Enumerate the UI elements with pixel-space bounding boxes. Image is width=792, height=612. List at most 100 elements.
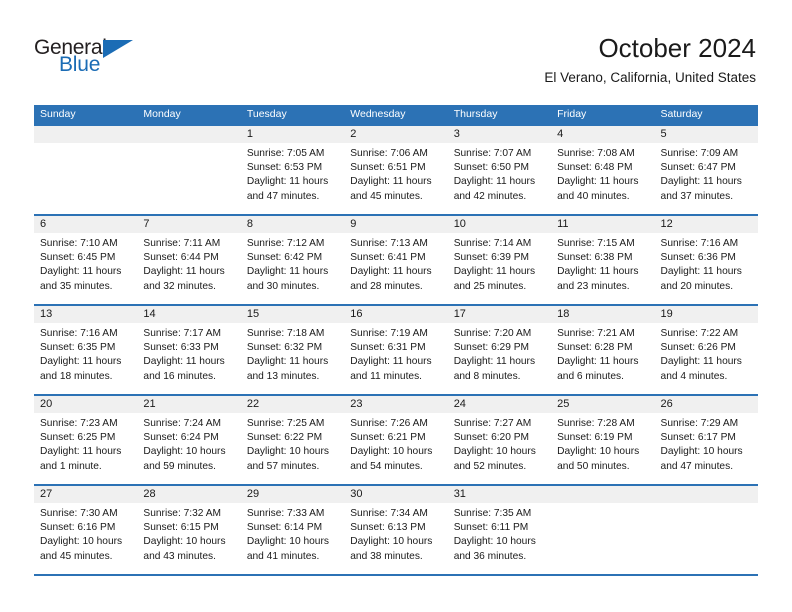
- day-details: Sunrise: 7:30 AM Sunset: 6:16 PM Dayligh…: [40, 507, 137, 564]
- day-details: Sunrise: 7:34 AM Sunset: 6:13 PM Dayligh…: [350, 507, 447, 564]
- sunrise-text: Sunrise: 7:06 AM: [350, 148, 428, 159]
- sunrise-text: Sunrise: 7:33 AM: [246, 508, 325, 519]
- calendar-bottom-border: [34, 574, 758, 576]
- day-number: 9: [350, 218, 357, 230]
- daylight-text-line1: Daylight: 11 hours: [40, 446, 122, 458]
- day-number: 14: [143, 308, 156, 320]
- day-number: 5: [660, 128, 667, 140]
- day-details: Sunrise: 7:19 AM Sunset: 6:31 PM Dayligh…: [350, 327, 447, 384]
- day-cell[interactable]: 19 Sunrise: 7:22 AM Sunset: 6:26 PM Dayl…: [655, 306, 758, 394]
- sunset-text: Sunset: 6:33 PM: [143, 342, 219, 354]
- day-cell[interactable]: 21 Sunrise: 7:24 AM Sunset: 6:24 PM Dayl…: [137, 396, 240, 484]
- day-details: Sunrise: 7:10 AM Sunset: 6:45 PM Dayligh…: [40, 237, 137, 294]
- daylight-text-line2: and 36 minutes.: [453, 550, 527, 562]
- day-details: Sunrise: 7:05 AM Sunset: 6:53 PM Dayligh…: [247, 147, 344, 204]
- sunset-text: Sunset: 6:53 PM: [246, 162, 323, 174]
- daylight-text-line2: and 16 minutes.: [143, 370, 216, 382]
- day-cell[interactable]: 13 Sunrise: 7:16 AM Sunset: 6:35 PM Dayl…: [34, 306, 137, 394]
- day-cell[interactable]: 7 Sunrise: 7:11 AM Sunset: 6:44 PM Dayli…: [137, 216, 240, 304]
- day-cell[interactable]: [34, 126, 137, 214]
- daylight-text-line2: and 18 minutes.: [40, 370, 113, 382]
- daylight-text-line1: Daylight: 11 hours: [660, 266, 742, 278]
- day-cell[interactable]: 25 Sunrise: 7:28 AM Sunset: 6:19 PM Dayl…: [551, 396, 654, 484]
- day-cell[interactable]: 10 Sunrise: 7:14 AM Sunset: 6:39 PM Dayl…: [448, 216, 551, 304]
- day-cell[interactable]: [551, 486, 654, 574]
- calendar-page: General Blue October 2024 El Verano, Cal…: [0, 0, 792, 612]
- day-details: Sunrise: 7:14 AM Sunset: 6:39 PM Dayligh…: [454, 237, 551, 294]
- day-number: 25: [557, 398, 570, 410]
- day-cell[interactable]: 15 Sunrise: 7:18 AM Sunset: 6:32 PM Dayl…: [241, 306, 344, 394]
- daylight-text-line2: and 45 minutes.: [40, 550, 113, 562]
- weekday-header-friday: Friday: [557, 108, 587, 120]
- sunset-text: Sunset: 6:35 PM: [40, 342, 116, 354]
- day-cell[interactable]: 12 Sunrise: 7:16 AM Sunset: 6:36 PM Dayl…: [655, 216, 758, 304]
- day-cell[interactable]: 5 Sunrise: 7:09 AM Sunset: 6:47 PM Dayli…: [655, 126, 758, 214]
- day-number: 26: [660, 398, 673, 410]
- sunset-text: Sunset: 6:38 PM: [557, 252, 633, 264]
- sunset-text: Sunset: 6:47 PM: [660, 162, 736, 174]
- day-cell[interactable]: [655, 486, 758, 574]
- daylight-text-line2: and 54 minutes.: [350, 460, 423, 472]
- day-cell[interactable]: 3 Sunrise: 7:07 AM Sunset: 6:50 PM Dayli…: [448, 126, 551, 214]
- weekday-header-thursday: Thursday: [453, 108, 498, 120]
- title-block: October 2024 El Verano, California, Unit…: [544, 33, 756, 87]
- daylight-text-line1: Daylight: 11 hours: [660, 356, 742, 368]
- day-cell[interactable]: 27 Sunrise: 7:30 AM Sunset: 6:16 PM Dayl…: [34, 486, 137, 574]
- calendar-week-row: 20 Sunrise: 7:23 AM Sunset: 6:25 PM Dayl…: [34, 394, 758, 484]
- sunrise-text: Sunrise: 7:07 AM: [453, 148, 532, 159]
- day-cell[interactable]: 28 Sunrise: 7:32 AM Sunset: 6:15 PM Dayl…: [137, 486, 240, 574]
- day-cell[interactable]: 20 Sunrise: 7:23 AM Sunset: 6:25 PM Dayl…: [34, 396, 137, 484]
- daylight-text-line1: Daylight: 10 hours: [453, 536, 536, 548]
- sunset-text: Sunset: 6:39 PM: [453, 252, 530, 264]
- sunrise-text: Sunrise: 7:27 AM: [453, 418, 532, 429]
- day-details: Sunrise: 7:33 AM Sunset: 6:14 PM Dayligh…: [247, 507, 344, 564]
- day-cell[interactable]: 26 Sunrise: 7:29 AM Sunset: 6:17 PM Dayl…: [655, 396, 758, 484]
- calendar-week-row: 13 Sunrise: 7:16 AM Sunset: 6:35 PM Dayl…: [34, 304, 758, 394]
- day-cell[interactable]: 22 Sunrise: 7:25 AM Sunset: 6:22 PM Dayl…: [241, 396, 344, 484]
- sunrise-text: Sunrise: 7:16 AM: [660, 238, 739, 249]
- day-details: Sunrise: 7:25 AM Sunset: 6:22 PM Dayligh…: [247, 417, 344, 474]
- sunrise-text: Sunrise: 7:25 AM: [246, 418, 325, 429]
- sunrise-text: Sunrise: 7:05 AM: [246, 148, 325, 159]
- day-cell[interactable]: 30 Sunrise: 7:34 AM Sunset: 6:13 PM Dayl…: [344, 486, 447, 574]
- sunrise-text: Sunrise: 7:34 AM: [350, 508, 428, 519]
- day-details: Sunrise: 7:08 AM Sunset: 6:48 PM Dayligh…: [557, 147, 654, 204]
- day-number: 29: [246, 488, 260, 500]
- logo-triangle-icon: [103, 40, 133, 58]
- day-cell[interactable]: 2 Sunrise: 7:06 AM Sunset: 6:51 PM Dayli…: [344, 126, 447, 214]
- sunset-text: Sunset: 6:31 PM: [350, 342, 426, 354]
- day-cell[interactable]: 6 Sunrise: 7:10 AM Sunset: 6:45 PM Dayli…: [34, 216, 137, 304]
- sunset-text: Sunset: 6:17 PM: [660, 432, 736, 444]
- day-cell[interactable]: 4 Sunrise: 7:08 AM Sunset: 6:48 PM Dayli…: [551, 126, 654, 214]
- location-subtitle: El Verano, California, United States: [544, 70, 756, 85]
- day-cell[interactable]: [137, 126, 240, 214]
- sunset-text: Sunset: 6:41 PM: [350, 252, 426, 264]
- day-cell[interactable]: 17 Sunrise: 7:20 AM Sunset: 6:29 PM Dayl…: [448, 306, 551, 394]
- day-details: Sunrise: 7:07 AM Sunset: 6:50 PM Dayligh…: [454, 147, 551, 204]
- daylight-text-line1: Daylight: 10 hours: [143, 446, 226, 458]
- day-cell[interactable]: 16 Sunrise: 7:19 AM Sunset: 6:31 PM Dayl…: [344, 306, 447, 394]
- day-number: 3: [453, 128, 460, 140]
- day-cell[interactable]: 29 Sunrise: 7:33 AM Sunset: 6:14 PM Dayl…: [241, 486, 344, 574]
- day-cell[interactable]: 24 Sunrise: 7:27 AM Sunset: 6:20 PM Dayl…: [448, 396, 551, 484]
- general-blue-logo: General Blue: [34, 36, 144, 78]
- daylight-text-line1: Daylight: 11 hours: [557, 176, 639, 188]
- day-cell[interactable]: 1 Sunrise: 7:05 AM Sunset: 6:53 PM Dayli…: [241, 126, 344, 214]
- sunrise-text: Sunrise: 7:14 AM: [453, 238, 532, 249]
- day-cell[interactable]: 8 Sunrise: 7:12 AM Sunset: 6:42 PM Dayli…: [241, 216, 344, 304]
- day-cell[interactable]: 11 Sunrise: 7:15 AM Sunset: 6:38 PM Dayl…: [551, 216, 654, 304]
- day-cell[interactable]: 9 Sunrise: 7:13 AM Sunset: 6:41 PM Dayli…: [344, 216, 447, 304]
- daylight-text-line2: and 37 minutes.: [660, 190, 734, 202]
- day-details: Sunrise: 7:26 AM Sunset: 6:21 PM Dayligh…: [350, 417, 447, 474]
- day-cell[interactable]: 14 Sunrise: 7:17 AM Sunset: 6:33 PM Dayl…: [137, 306, 240, 394]
- sunrise-text: Sunrise: 7:22 AM: [660, 328, 739, 339]
- daylight-text-line1: Daylight: 11 hours: [453, 176, 536, 188]
- day-number: 2: [350, 128, 357, 140]
- sunset-text: Sunset: 6:45 PM: [40, 252, 116, 264]
- daylight-text-line2: and 47 minutes.: [246, 190, 320, 202]
- day-cell[interactable]: 31 Sunrise: 7:35 AM Sunset: 6:11 PM Dayl…: [448, 486, 551, 574]
- day-cell[interactable]: 18 Sunrise: 7:21 AM Sunset: 6:28 PM Dayl…: [551, 306, 654, 394]
- day-cell[interactable]: 23 Sunrise: 7:26 AM Sunset: 6:21 PM Dayl…: [344, 396, 447, 484]
- sunset-text: Sunset: 6:15 PM: [143, 522, 219, 534]
- day-details: Sunrise: 7:11 AM Sunset: 6:44 PM Dayligh…: [143, 237, 240, 294]
